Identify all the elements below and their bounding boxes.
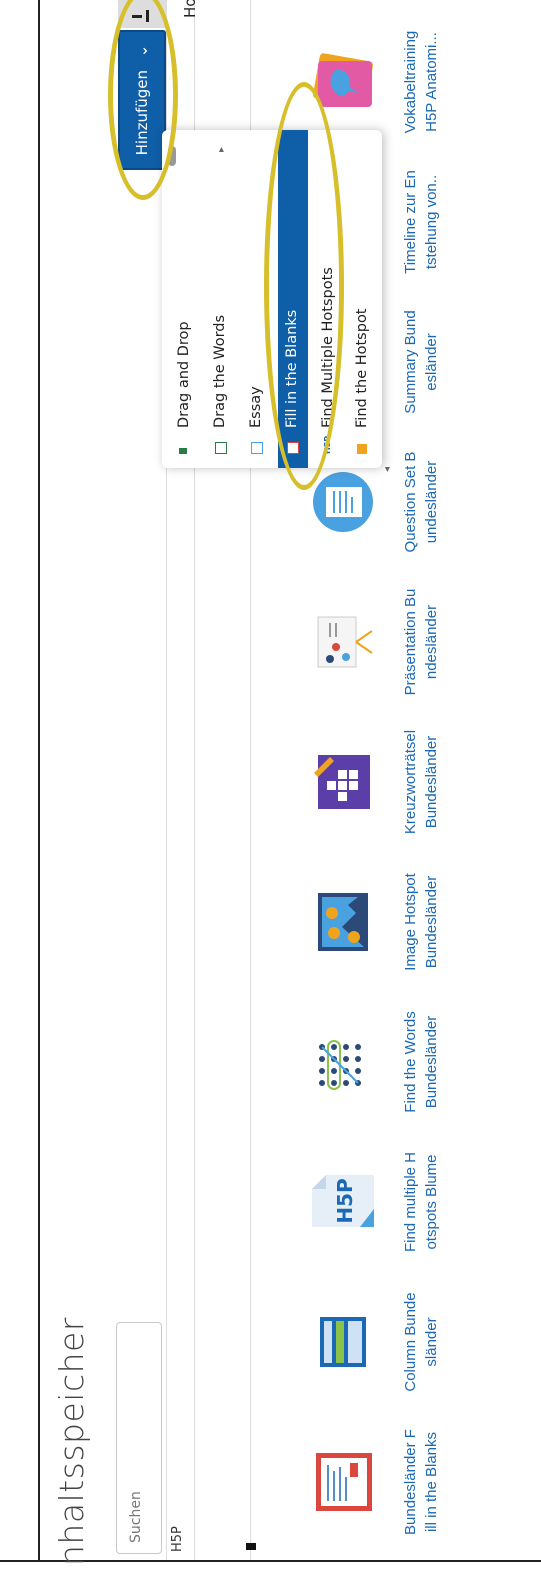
page: nhaltsspeicher Suchen H5P Bundesländer F… (0, 0, 541, 1579)
tile-name: Kreuzworträtsel Bundesländer (402, 729, 440, 835)
tile-name: Find multiple H otspots Blume (402, 1151, 440, 1253)
tile-name: Summary Bund esländer (402, 310, 440, 414)
tile-item[interactable]: H5P Find multiple H otspots Blume (308, 1142, 442, 1262)
tile-name: Bundesländer F ill in the Blanks (402, 1429, 440, 1535)
dropdown-item-label: Essay (248, 386, 264, 428)
search-placeholder: Suchen (128, 1491, 144, 1543)
page-title: nhaltsspeicher (52, 1317, 91, 1566)
highlight-annotation (264, 82, 344, 490)
dropdown-item[interactable]: Drag the Words (206, 130, 236, 468)
dropdown-item[interactable]: Find the Hotspot (348, 130, 378, 468)
svg-text:H5P: H5P (333, 1178, 357, 1223)
crossword-icon (308, 747, 378, 817)
tile-name: Image Hotspot Bundesländer (402, 873, 440, 971)
image-hotspot-icon (308, 887, 378, 957)
tile-item[interactable]: Column Bunde sländer (308, 1282, 442, 1402)
dropdown-item[interactable]: Drag and Drop (170, 130, 200, 468)
upload-button-label: Hochladen (181, 0, 199, 18)
dropdown-item-label: Find the Hotspot (354, 308, 370, 429)
question-set-icon (308, 467, 378, 537)
tile-item[interactable]: Präsentation Bu ndesländer (308, 582, 442, 702)
content-area: nhaltsspeicher Suchen H5P Bundesländer F… (38, 0, 541, 1566)
dropdown-item-label: Drag the Words (212, 314, 228, 428)
cursor-marker (246, 1543, 256, 1550)
hotspot-icon (357, 444, 367, 454)
tile-name: Question Set B undesländer (402, 451, 440, 553)
column-icon (308, 1307, 378, 1377)
tile-item[interactable]: Bundesländer F ill in the Blanks (308, 1422, 442, 1542)
drag-words-icon (215, 442, 227, 454)
fill-blanks-icon (308, 1447, 378, 1517)
h5p-file-icon: H5P (308, 1167, 378, 1237)
tile-name: Präsentation Bu ndesländer (402, 588, 440, 696)
drag-drop-icon (179, 448, 187, 454)
tile-item[interactable]: Kreuzworträtsel Bundesländer (308, 722, 442, 842)
tile-name: Timeline zur En tstehung von.. (402, 170, 440, 274)
scroll-up-arrow-icon[interactable]: ▸ (216, 147, 227, 152)
window-frame-left (0, 0, 40, 1577)
presentation-icon (308, 607, 378, 677)
tile-item[interactable]: Find the Words Bundesländer (308, 1002, 442, 1122)
tile-name: Vokabeltraining H5P Anatomi... (402, 30, 440, 134)
scroll-down-arrow-icon[interactable]: ◂ (382, 467, 393, 472)
tile-item[interactable]: Image Hotspot Bundesländer (308, 862, 442, 982)
tile-name: Find the Words Bundesländer (402, 1011, 440, 1113)
search-input[interactable]: Suchen (116, 1322, 162, 1554)
breadcrumb: H5P (170, 1526, 185, 1552)
find-words-icon (308, 1027, 378, 1097)
dropdown-item-label: Drag and Drop (176, 321, 192, 428)
tile-name: Column Bunde sländer (402, 1292, 440, 1392)
essay-icon (251, 442, 263, 454)
